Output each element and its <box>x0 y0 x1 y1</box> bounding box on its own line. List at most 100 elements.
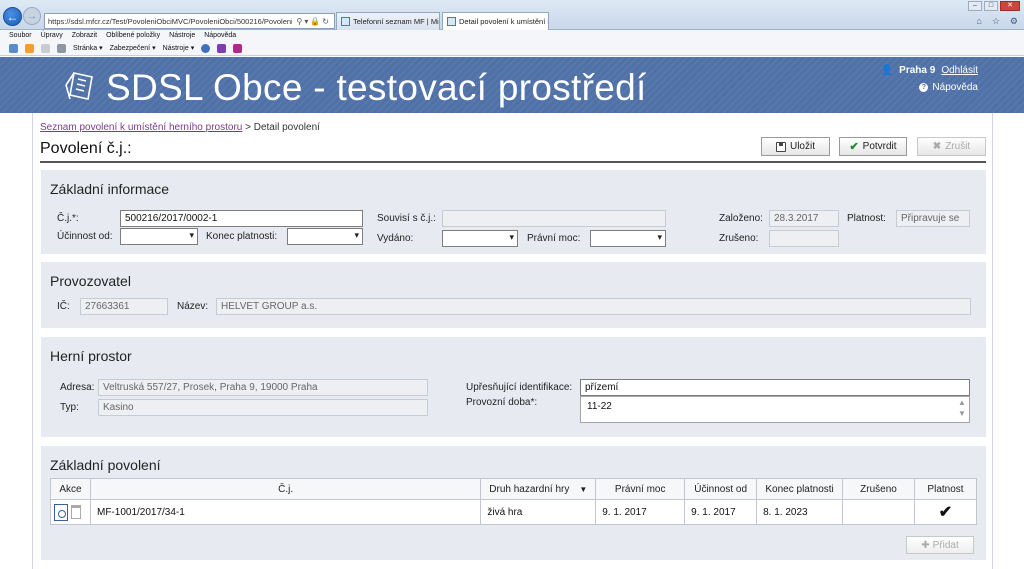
hours-label: Provozní doba*: <box>466 397 538 408</box>
sdsl-logo-icon <box>65 72 93 100</box>
row-game-type: živá hra <box>480 499 597 525</box>
save-label: Uložit <box>789 141 815 152</box>
mail-icon[interactable] <box>41 43 50 53</box>
tab-phone-directory[interactable]: Telefonní seznam MF | Ministe... <box>336 12 440 30</box>
toolbar-page[interactable]: Stránka ▾ <box>73 44 103 53</box>
toolbar-tools[interactable]: Nástroje ▾ <box>163 44 195 53</box>
favorites-star-icon[interactable]: ☆ <box>992 16 1000 27</box>
browser-command-bar: Stránka ▾ Zabezpečení ▾ Nástroje ▾ <box>0 41 1024 56</box>
address-text[interactable]: https://sdsl.mfcr.cz/Test/PovoleniObciMV… <box>48 17 292 26</box>
page-title: Povolení č.j.: <box>40 140 132 157</box>
detail-input[interactable]: přízemí <box>580 379 970 396</box>
browser-right-icons: ⌂ ☆ ⚙ <box>976 16 1018 27</box>
menu-help[interactable]: Nápověda <box>204 32 236 39</box>
toolbar-security-label: Zabezpečení <box>109 44 151 52</box>
hours-value: 11-22 <box>587 401 612 412</box>
row-valid-until: 8. 1. 2023 <box>756 499 844 525</box>
col-header-action: Akce <box>50 478 91 500</box>
premises-heading: Herní prostor <box>50 348 132 364</box>
tab-label: Detail povolení k umístění h... <box>459 17 549 26</box>
textarea-scroll-icon[interactable]: ▲ ▼ <box>956 398 968 418</box>
base-permits-section: Základní povolení Akce Č.j. Druh hazardn… <box>41 446 986 560</box>
tab-permit-detail[interactable]: Detail povolení k umístění h... ✕ <box>442 12 549 30</box>
table-header-row: Akce Č.j. Druh hazardní hry ▼ Právní moc … <box>50 478 978 500</box>
plus-icon: ✚ <box>921 539 930 551</box>
add-button[interactable]: ✚ Přidat <box>906 536 974 554</box>
help-small-icon[interactable] <box>201 43 211 53</box>
type-label: Typ: <box>60 402 79 413</box>
legal-force-label: Právní moc: <box>527 233 581 244</box>
breadcrumb-list-link[interactable]: Seznam povolení k umístění herního prost… <box>40 122 242 133</box>
ic-label: IČ: <box>57 301 70 312</box>
back-arrow-icon[interactable]: ← <box>3 7 22 26</box>
filter-dropdown-icon[interactable]: ▼ <box>579 485 587 494</box>
forward-arrow-icon[interactable]: → <box>23 7 41 25</box>
print-icon[interactable] <box>57 43 66 53</box>
toolbar-page-label: Stránka <box>73 44 98 52</box>
col-header-effective-from[interactable]: Účinnost od <box>684 478 758 500</box>
confirm-label: Potvrdit <box>862 141 897 152</box>
menu-view[interactable]: Zobrazit <box>72 32 97 39</box>
home-small-icon[interactable] <box>9 43 18 53</box>
col-header-valid-until[interactable]: Konec platnosti <box>756 478 844 500</box>
validity-to-label: Konec platnosti: <box>206 231 278 242</box>
cancelled-label: Zrušeno: <box>719 233 759 244</box>
validity-to-select[interactable] <box>287 228 363 245</box>
hours-textarea[interactable]: 11-22 ▲ ▼ <box>580 396 970 423</box>
help-link[interactable]: ? Nápověda <box>919 82 978 93</box>
tab-favicon-icon <box>341 17 350 26</box>
checkmark-icon: ✔ <box>849 141 859 153</box>
pdf-document-icon[interactable] <box>54 503 68 521</box>
cj-label: Č.j.*: <box>57 213 79 224</box>
cj-input[interactable]: 500216/2017/0002-1 <box>120 210 363 227</box>
address-bar[interactable]: https://sdsl.mfcr.cz/Test/PovoleniObciMV… <box>44 13 335 29</box>
operator-name-label: Název: <box>177 301 209 312</box>
onenote-icon[interactable] <box>217 43 227 53</box>
operator-heading: Provozovatel <box>50 273 131 289</box>
help-label: Nápověda <box>932 82 978 93</box>
toolbar-security[interactable]: Zabezpečení ▾ <box>109 44 156 53</box>
save-button[interactable]: Uložit <box>761 137 830 156</box>
breadcrumb: Seznam povolení k umístění herního prost… <box>40 122 320 133</box>
add-label: Přidat <box>932 539 959 551</box>
validity-label: Platnost: <box>847 213 886 224</box>
address-actions-icon[interactable]: ⚲▾🔒↻ <box>296 17 331 26</box>
legal-force-select[interactable] <box>590 230 666 247</box>
user-box: 👤 Praha 9 Odhlásit <box>881 65 978 76</box>
cancel-button[interactable]: ✖ Zrušit <box>917 137 986 156</box>
menu-edit[interactable]: Úpravy <box>41 32 63 39</box>
confirm-button[interactable]: ✔ Potvrdit <box>839 137 907 156</box>
tab-label: Telefonní seznam MF | Ministe... <box>353 17 439 26</box>
validity-from-select[interactable] <box>120 228 198 245</box>
addon-icon[interactable] <box>233 43 243 53</box>
col-header-cj[interactable]: Č.j. <box>89 478 482 500</box>
validity-from-label: Účinnost od: <box>57 231 113 242</box>
feeds-icon[interactable] <box>25 43 34 53</box>
issued-select[interactable] <box>442 230 518 247</box>
trash-icon[interactable] <box>71 505 81 519</box>
created-value: 28.3.2017 <box>769 210 839 227</box>
col-header-game-type-label: Druh hazardní hry <box>489 483 570 495</box>
maximize-icon[interactable]: □ <box>984 1 998 11</box>
row-cj: MF-1001/2017/34-1 <box>89 499 482 525</box>
page-content: Seznam povolení k umístění herního prost… <box>32 113 993 569</box>
premises-section: Herní prostor Adresa: Veltruská 557/27, … <box>41 337 986 437</box>
basic-info-section: Základní informace Č.j.*: 500216/2017/00… <box>41 170 986 254</box>
home-icon[interactable]: ⌂ <box>976 16 981 27</box>
window-close-icon[interactable]: ✕ <box>1000 1 1020 11</box>
table-row: MF-1001/2017/34-1 živá hra 9. 1. 2017 9.… <box>50 499 978 525</box>
col-header-cancelled[interactable]: Zrušeno <box>842 478 915 500</box>
minimize-icon[interactable]: – <box>968 1 982 11</box>
menu-file[interactable]: Soubor <box>9 32 32 39</box>
menu-favorites[interactable]: Oblíbené položky <box>106 32 160 39</box>
settings-gear-icon[interactable]: ⚙ <box>1010 16 1018 27</box>
menu-tools[interactable]: Nástroje <box>169 32 195 39</box>
col-header-game-type[interactable]: Druh hazardní hry ▼ <box>480 478 597 500</box>
help-question-icon: ? <box>919 83 929 92</box>
breadcrumb-current: Detail povolení <box>253 122 320 133</box>
issued-label: Vydáno: <box>377 233 414 244</box>
browser-menubar: Soubor Úpravy Zobrazit Oblíbené položky … <box>0 30 1024 41</box>
col-header-legal-force[interactable]: Právní moc <box>595 478 686 500</box>
col-header-validity[interactable]: Platnost <box>913 478 978 500</box>
logout-link[interactable]: Odhlásit <box>941 65 978 76</box>
